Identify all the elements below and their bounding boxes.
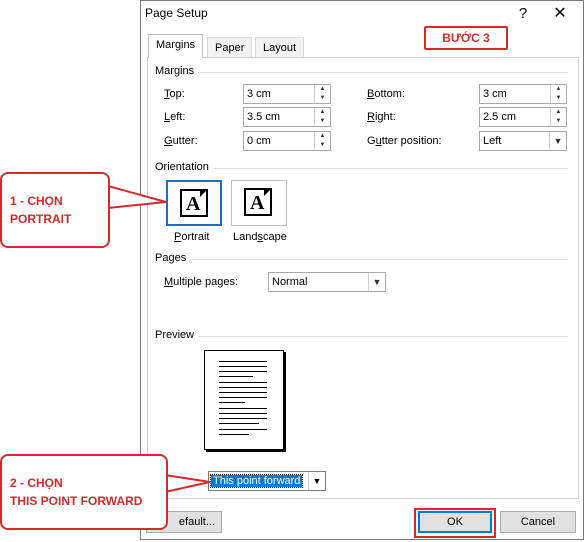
callout-1-line2: PORTRAIT [10, 212, 72, 226]
tab-margins[interactable]: Margins [148, 34, 204, 58]
callout-2-line1: 2 - CHỌN [10, 476, 63, 490]
callout-2-pointer [164, 473, 211, 494]
callout-1-line1: 1 - CHỌN [10, 194, 63, 208]
callout-1-pointer [107, 184, 167, 210]
callout-choose-portrait: 1 - CHỌN PORTRAIT [0, 172, 110, 248]
callout-choose-this-point-forward: 2 - CHỌN THIS POINT FORWARD [0, 454, 168, 530]
callout-2-line2: THIS POINT FORWARD [10, 494, 143, 508]
